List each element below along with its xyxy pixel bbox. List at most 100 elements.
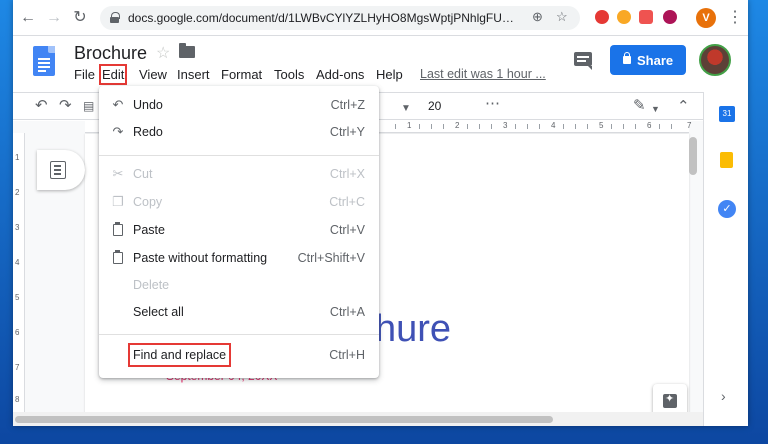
ruler-number: 4	[15, 258, 19, 267]
share-button[interactable]: Share	[610, 45, 686, 75]
menu-item-shortcut: Ctrl+H	[329, 348, 365, 362]
menu-item-redo[interactable]: ↷ Redo Ctrl+Y	[99, 122, 379, 144]
menu-item-shortcut: Ctrl+A	[330, 305, 365, 319]
ruler-number: 2	[455, 121, 459, 130]
cut-icon: ✂	[110, 166, 126, 182]
redo-icon: ↷	[110, 124, 126, 140]
chevron-down-icon[interactable]: ▼	[651, 101, 660, 117]
menu-item-select-all[interactable]: Select all Ctrl+A	[99, 302, 379, 324]
menu-item-cut[interactable]: ✂ Cut Ctrl+X	[99, 164, 379, 186]
side-panel: 31 ✓ ›	[703, 92, 748, 426]
menu-divider	[99, 334, 379, 335]
menu-item-shortcut: Ctrl+C	[329, 195, 365, 209]
horizontal-scrollbar[interactable]	[13, 412, 703, 426]
undo-icon: ↶	[110, 97, 126, 113]
menu-item-shortcut: Ctrl+V	[330, 223, 365, 237]
paste-plain-icon	[113, 252, 123, 264]
back-icon[interactable]: ←	[19, 9, 37, 27]
browser-menu-icon[interactable]: ⋮	[727, 8, 743, 28]
menu-item-label: Copy	[133, 195, 162, 209]
menu-insert[interactable]: Insert	[177, 67, 210, 82]
menu-item-shortcut: Ctrl+Shift+V	[298, 251, 365, 265]
menu-item-find-and-replace[interactable]: Find and replace Ctrl+H	[99, 345, 379, 367]
ruler-number: 3	[15, 223, 19, 232]
comment-icon[interactable]	[574, 52, 592, 66]
document-title[interactable]: Brochure	[74, 43, 147, 64]
ruler-number: 4	[551, 121, 555, 130]
paste-icon	[113, 224, 123, 236]
menu-addons[interactable]: Add-ons	[316, 67, 364, 82]
undo-icon[interactable]: ↶	[35, 98, 48, 114]
menu-item-paste-without-formatting[interactable]: Paste without formatting Ctrl+Shift+V	[99, 248, 379, 270]
browser-toolbar: ← → ↻ docs.google.com/document/d/1LWBvCY…	[13, 0, 748, 36]
menu-item-shortcut: Ctrl+X	[330, 167, 365, 181]
editing-mode-icon[interactable]: ✎	[633, 98, 646, 114]
document-outline-button[interactable]	[37, 150, 85, 190]
docs-logo-icon[interactable]	[33, 46, 55, 76]
star-icon[interactable]: ☆	[156, 43, 170, 63]
extension-icon-4[interactable]	[663, 10, 677, 24]
menu-divider	[99, 155, 379, 156]
chevron-down-icon[interactable]: ▼	[401, 101, 411, 117]
bookmark-star-icon[interactable]: ☆	[556, 9, 568, 25]
menu-item-undo[interactable]: ↶ Undo Ctrl+Z	[99, 95, 379, 117]
share-label: Share	[637, 53, 673, 68]
ruler-number: 7	[15, 363, 19, 372]
extension-icon-1[interactable]	[595, 10, 609, 24]
print-icon[interactable]: ▤	[83, 98, 94, 114]
menu-item-paste[interactable]: Paste Ctrl+V	[99, 220, 379, 242]
menu-tools[interactable]: Tools	[274, 67, 304, 82]
calendar-icon[interactable]: 31	[719, 106, 735, 122]
vertical-scrollbar[interactable]	[689, 137, 697, 175]
menu-item-label: Select all	[133, 305, 184, 319]
collapse-icon[interactable]: ⌃	[677, 99, 690, 115]
profile-avatar[interactable]: V	[696, 8, 716, 28]
address-bar[interactable]: docs.google.com/document/d/1LWBvCYlYZLHy…	[100, 6, 580, 30]
menu-item-label: Delete	[133, 278, 169, 292]
url-text[interactable]: docs.google.com/document/d/1LWBvCYlYZLHy…	[128, 11, 518, 25]
lock-icon	[110, 12, 119, 23]
keep-icon[interactable]	[720, 152, 733, 168]
menu-file[interactable]: File	[74, 67, 95, 82]
menu-item-label: Redo	[133, 125, 163, 139]
ruler-number: 6	[15, 328, 19, 337]
menu-view[interactable]: View	[139, 67, 167, 82]
menu-item-label: Undo	[133, 98, 163, 112]
scrollbar-thumb[interactable]	[15, 416, 553, 423]
menu-edit[interactable]: Edit	[102, 67, 124, 82]
redo-icon[interactable]: ↷	[59, 98, 72, 114]
ruler-number: 5	[15, 293, 19, 302]
last-edit-link[interactable]: Last edit was 1 hour ...	[420, 67, 546, 81]
menu-item-delete[interactable]: Delete	[99, 275, 379, 297]
edit-menu-dropdown: ↶ Undo Ctrl+Z ↷ Redo Ctrl+Y ✂ Cut Ctrl+X…	[99, 86, 379, 378]
menu-help[interactable]: Help	[376, 67, 403, 82]
extension-icon-3[interactable]	[639, 10, 653, 24]
vertical-ruler[interactable]: 1 2 3 4 5 6 7 8	[13, 133, 25, 413]
tasks-icon[interactable]: ✓	[718, 200, 736, 218]
menu-format[interactable]: Format	[221, 67, 262, 82]
folder-icon[interactable]	[179, 46, 195, 58]
ruler-number: 1	[407, 121, 411, 130]
copy-icon: ❐	[110, 194, 126, 210]
menu-item-label: Paste	[133, 223, 165, 237]
chevron-right-icon[interactable]: ›	[721, 388, 726, 404]
ruler-number: 6	[647, 121, 651, 130]
menu-item-shortcut: Ctrl+Y	[330, 125, 365, 139]
ruler-number: 3	[503, 121, 507, 130]
ruler-number: 8	[15, 395, 19, 404]
menu-item-label: Paste without formatting	[133, 251, 267, 265]
font-size-field[interactable]: 20	[428, 99, 441, 113]
menu-item-label: Cut	[133, 167, 152, 181]
outline-icon	[50, 161, 66, 179]
menu-item-copy[interactable]: ❐ Copy Ctrl+C	[99, 192, 379, 214]
more-icon[interactable]: ⋯	[485, 96, 500, 112]
account-avatar[interactable]	[699, 44, 731, 76]
zoom-icon[interactable]: ⊕	[532, 9, 543, 25]
menu-item-shortcut: Ctrl+Z	[331, 98, 365, 112]
reload-icon[interactable]: ↻	[71, 9, 89, 27]
extension-icon-2[interactable]	[617, 10, 631, 24]
menu-item-label: Find and replace	[133, 348, 226, 362]
forward-icon[interactable]: →	[45, 9, 63, 27]
ruler-number: 2	[15, 188, 19, 197]
ruler-number: 1	[15, 153, 19, 162]
